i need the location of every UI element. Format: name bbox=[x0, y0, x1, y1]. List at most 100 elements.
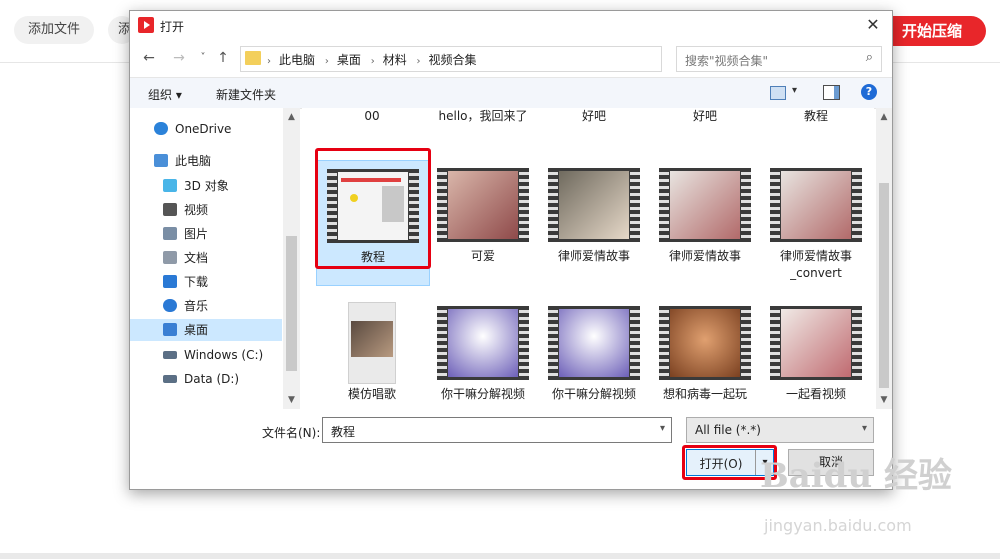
sidebar-item-videos[interactable]: 视频 bbox=[130, 199, 282, 221]
file-item[interactable]: 好吧 bbox=[649, 108, 761, 144]
search-placeholder: 搜索"视频合集" bbox=[685, 54, 769, 68]
sidebar-item-drive-c[interactable]: Windows (C:) bbox=[130, 344, 282, 366]
scrollbar-thumb[interactable] bbox=[286, 236, 297, 371]
file-list-scrollbar[interactable]: ▲ ▼ bbox=[876, 108, 892, 409]
filetype-select[interactable]: All file (*.*) ▾ bbox=[686, 417, 874, 443]
video-icon bbox=[163, 203, 177, 216]
sidebar-item-label: 下载 bbox=[184, 275, 209, 289]
chevron-down-icon[interactable]: ▾ bbox=[862, 423, 867, 434]
drive-icon bbox=[163, 375, 177, 383]
file-item[interactable]: 你干嘛分解视频 bbox=[427, 298, 539, 409]
file-item[interactable]: hello，我回来了 bbox=[427, 108, 539, 144]
sidebar-item-pictures[interactable]: 图片 bbox=[130, 223, 282, 245]
preview-pane-icon[interactable] bbox=[823, 85, 840, 100]
sidebar-item-label: OneDrive bbox=[175, 122, 232, 136]
search-icon: ⌕ bbox=[865, 50, 873, 65]
sidebar-item-music[interactable]: 音乐 bbox=[130, 295, 282, 317]
sidebar-item-this-pc[interactable]: 此电脑 bbox=[130, 150, 282, 172]
help-icon[interactable]: ? bbox=[861, 84, 877, 100]
open-file-dialog: 打开 ✕ ← → ˅ ↑ ›此电脑 ›桌面 ›材料 ›视频合集 ▾ ↻ 搜索"视… bbox=[129, 10, 893, 490]
chevron-down-icon[interactable]: ▾ bbox=[792, 85, 797, 96]
filename-label: 文件名(N): bbox=[262, 426, 321, 440]
sidebar-item-desktop[interactable]: 桌面 bbox=[130, 319, 282, 341]
back-arrow-icon[interactable]: ← bbox=[140, 49, 158, 67]
forward-arrow-icon[interactable]: → bbox=[170, 49, 188, 67]
file-item[interactable]: 模仿唱歌 bbox=[316, 298, 428, 409]
file-item[interactable]: 想和病毒一起玩 bbox=[649, 298, 761, 409]
music-icon bbox=[163, 299, 177, 312]
sidebar-item-drive-d[interactable]: Data (D:) bbox=[130, 368, 282, 390]
scroll-down-icon[interactable]: ▼ bbox=[283, 395, 300, 405]
scroll-down-icon[interactable]: ▼ bbox=[876, 395, 892, 405]
sidebar-item-label: 图片 bbox=[184, 227, 209, 241]
computer-icon bbox=[154, 154, 168, 167]
sidebar-item-downloads[interactable]: 下载 bbox=[130, 271, 282, 293]
file-name: 你干嘛分解视频 bbox=[440, 387, 525, 401]
file-name: hello，我回来了 bbox=[438, 109, 528, 123]
file-item[interactable]: 教程 bbox=[760, 108, 872, 144]
file-name: 教程 bbox=[803, 109, 828, 123]
chevron-down-icon[interactable]: ▾ bbox=[660, 423, 665, 434]
file-item[interactable]: 可爱 bbox=[427, 160, 539, 284]
file-name: 律师爱情故事 bbox=[668, 249, 741, 263]
video-thumbnail bbox=[659, 168, 751, 242]
breadcrumb-item[interactable]: 此电脑 bbox=[279, 53, 315, 67]
sidebar-item-onedrive[interactable]: OneDrive bbox=[130, 118, 282, 140]
address-bar[interactable]: ›此电脑 ›桌面 ›材料 ›视频合集 ▾ ↻ bbox=[240, 46, 769, 72]
sidebar-item-3d-objects[interactable]: 3D 对象 bbox=[130, 175, 282, 197]
organize-menu[interactable]: 组织 ▾ bbox=[148, 86, 182, 103]
file-name: 好吧 bbox=[692, 109, 717, 123]
breadcrumb-item[interactable]: 材料 bbox=[383, 53, 407, 67]
breadcrumb: › 此电脑 › 桌面 › 材料 › 视频合集 bbox=[267, 53, 477, 67]
close-icon[interactable]: ✕ bbox=[860, 13, 886, 37]
sidebar-item-label: Windows (C:) bbox=[184, 348, 264, 362]
file-item[interactable]: 一起看视频 bbox=[760, 298, 872, 409]
file-item[interactable]: 律师爱情故事 _convert bbox=[760, 160, 872, 284]
file-name: 模仿唱歌 bbox=[347, 387, 396, 401]
sidebar-item-label: 此电脑 bbox=[175, 154, 212, 168]
picture-icon bbox=[163, 227, 177, 240]
video-thumbnail bbox=[659, 306, 751, 380]
video-thumbnail bbox=[770, 168, 862, 242]
file-name: 可爱 bbox=[470, 249, 495, 263]
scrollbar-thumb[interactable] bbox=[879, 183, 889, 388]
add-file-button[interactable]: 添加文件 bbox=[14, 16, 95, 44]
highlight-selected-file bbox=[315, 148, 431, 269]
video-thumbnail bbox=[437, 168, 529, 242]
navigation-bar: ← → ˅ ↑ ›此电脑 ›桌面 ›材料 ›视频合集 ▾ ↻ 搜索"视频合集" … bbox=[130, 43, 892, 73]
view-options-icon[interactable] bbox=[770, 86, 786, 100]
cloud-icon bbox=[154, 122, 168, 135]
file-item[interactable]: 00 bbox=[316, 108, 428, 144]
sidebar-item-label: Data (D:) bbox=[184, 372, 240, 386]
new-folder-button[interactable]: 新建文件夹 bbox=[216, 86, 276, 103]
download-icon bbox=[163, 275, 177, 288]
filename-input[interactable]: 教程 ▾ bbox=[322, 417, 672, 443]
sidebar-item-documents[interactable]: 文档 bbox=[130, 247, 282, 269]
file-name: 00 bbox=[364, 109, 380, 123]
video-thumbnail bbox=[437, 306, 529, 380]
app-logo-icon bbox=[138, 17, 154, 33]
file-item[interactable]: 律师爱情故事 bbox=[649, 160, 761, 284]
up-arrow-icon[interactable]: ↑ bbox=[214, 49, 232, 67]
file-item[interactable]: 律师爱情故事 bbox=[538, 160, 650, 284]
file-item[interactable]: 好吧 bbox=[538, 108, 650, 144]
start-compress-button[interactable]: 开始压缩 bbox=[877, 16, 986, 46]
folder-icon bbox=[245, 51, 261, 65]
sidebar-item-label: 视频 bbox=[184, 203, 209, 217]
breadcrumb-item[interactable]: 桌面 bbox=[337, 53, 361, 67]
video-thumbnail bbox=[770, 306, 862, 380]
scroll-up-icon[interactable]: ▲ bbox=[876, 112, 892, 122]
breadcrumb-item[interactable]: 视频合集 bbox=[429, 53, 477, 67]
file-name: 律师爱情故事 _convert bbox=[779, 249, 852, 280]
file-name: 好吧 bbox=[581, 109, 606, 123]
scroll-up-icon[interactable]: ▲ bbox=[283, 112, 300, 122]
file-name: 律师爱情故事 bbox=[557, 249, 630, 263]
video-thumbnail bbox=[348, 302, 396, 384]
file-item[interactable]: 你干嘛分解视频 bbox=[538, 298, 650, 409]
recent-locations-icon[interactable]: ˅ bbox=[194, 49, 212, 67]
search-input[interactable]: 搜索"视频合集" ⌕ bbox=[676, 46, 882, 72]
video-thumbnail bbox=[548, 168, 640, 242]
cube-icon bbox=[163, 179, 177, 192]
dialog-titlebar: 打开 ✕ bbox=[130, 11, 892, 41]
sidebar-scrollbar[interactable]: ▲ ▼ bbox=[283, 108, 300, 409]
